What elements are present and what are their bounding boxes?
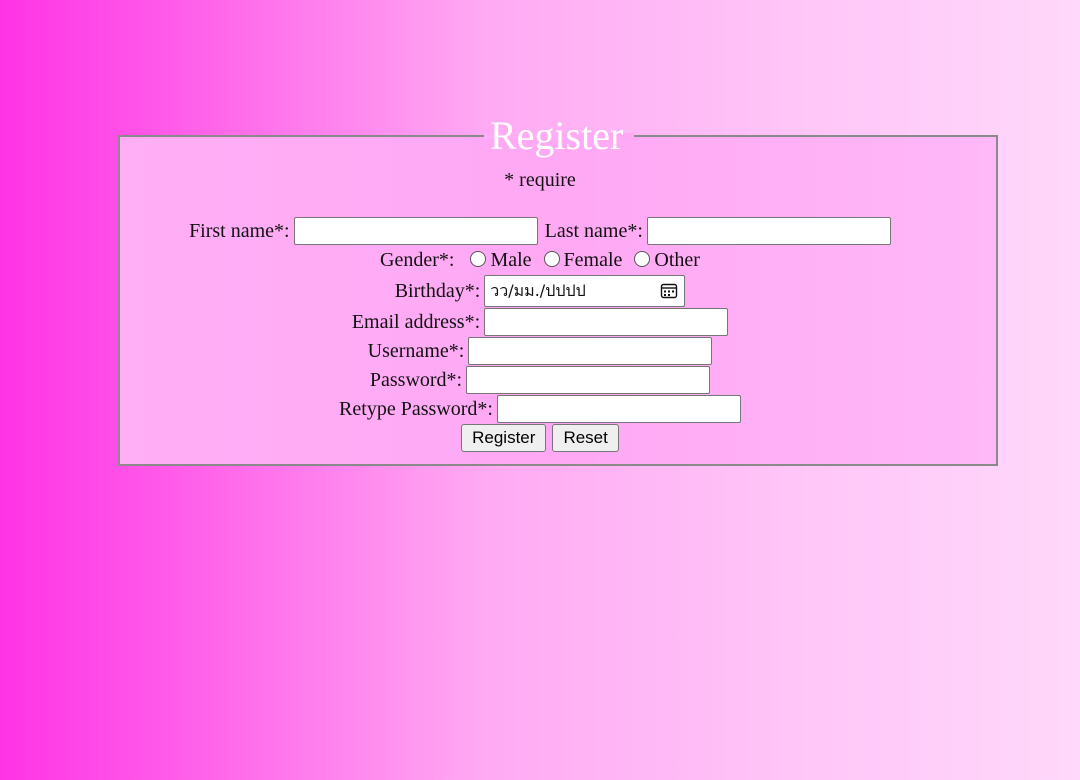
password-label: Password*: — [369, 368, 463, 391]
gender-male-label: Male — [490, 249, 532, 271]
username-row: Username*: — [0, 337, 1080, 365]
register-button[interactable]: Register — [461, 424, 547, 452]
email-row: Email address*: — [0, 308, 1080, 336]
first-name-input[interactable] — [293, 217, 538, 245]
require-note: * require — [504, 169, 576, 191]
email-input[interactable] — [484, 308, 729, 336]
name-row: First name*: Last name*: — [0, 217, 1080, 245]
username-label: Username*: — [367, 339, 465, 362]
password-row: Password*: — [0, 366, 1080, 394]
last-name-label: Last name*: — [544, 219, 643, 242]
email-label: Email address*: — [351, 310, 481, 333]
username-input[interactable] — [468, 337, 713, 365]
password-input[interactable] — [466, 366, 711, 394]
gender-female-radio[interactable] — [543, 250, 560, 267]
calendar-icon[interactable] — [660, 282, 678, 300]
gender-row: Gender*: Male Female Other — [0, 249, 1080, 272]
reset-button[interactable]: Reset — [552, 424, 619, 452]
birthday-placeholder: วว/มม./ปปปป — [490, 280, 586, 300]
form-legend: Register — [490, 113, 624, 158]
gender-female-label: Female — [563, 249, 623, 271]
gender-other-radio[interactable] — [634, 250, 651, 267]
gender-label: Gender*: — [380, 249, 455, 271]
retype-password-row: Retype Password*: — [0, 395, 1080, 423]
gender-other-label: Other — [654, 249, 700, 271]
retype-password-input[interactable] — [496, 395, 741, 423]
birthday-row: Birthday*: วว/มม./ปปปป — [0, 275, 1080, 307]
button-row: Register Reset — [0, 424, 1080, 452]
birthday-label: Birthday*: — [394, 279, 481, 302]
first-name-label: First name*: — [189, 219, 290, 242]
last-name-input[interactable] — [646, 217, 891, 245]
birthday-date-input[interactable]: วว/มม./ปปปป — [484, 275, 686, 307]
gender-male-radio[interactable] — [470, 250, 487, 267]
retype-password-label: Retype Password*: — [339, 397, 493, 420]
